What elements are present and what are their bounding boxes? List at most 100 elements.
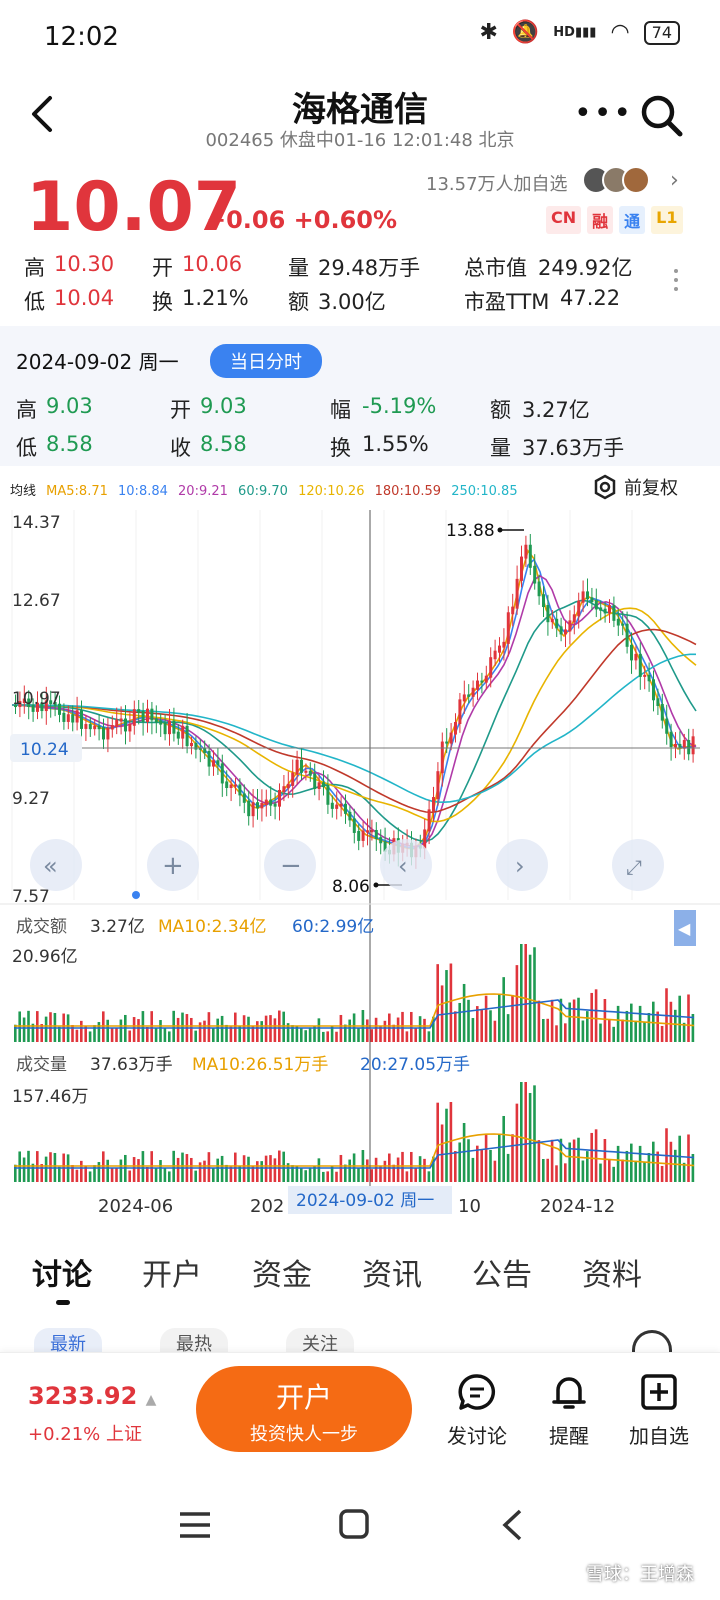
candle-body	[599, 607, 603, 611]
candle-body	[71, 714, 75, 723]
volume-bar	[154, 1168, 158, 1182]
chevron-left-small-icon: ‹	[398, 852, 408, 880]
volume-bar	[621, 1159, 624, 1182]
amount-bar	[555, 1025, 558, 1042]
home-icon[interactable]	[338, 1508, 370, 1540]
hist-range-value: -5.19%	[362, 394, 437, 418]
follower-avatars[interactable]	[582, 166, 650, 194]
volume-bar	[273, 1158, 277, 1182]
volume-bar	[190, 1157, 193, 1182]
wifi-icon: ◠	[610, 20, 630, 45]
amount-bar	[264, 1015, 268, 1042]
volume-ma20: 20:27.05万手	[360, 1055, 470, 1075]
max-marker-dot	[497, 527, 503, 533]
volume-bar	[559, 1138, 563, 1182]
amount-bar	[660, 1025, 664, 1042]
amount-bar	[621, 1019, 624, 1042]
volume-bar	[410, 1151, 413, 1182]
ma120: 120:10.26	[298, 484, 365, 499]
low-value: 10.04	[54, 286, 115, 310]
add-watch-button[interactable]: 加自选	[614, 1372, 704, 1449]
tab-profile[interactable]: 资料	[582, 1250, 642, 1294]
tab-news[interactable]: 资讯	[362, 1250, 422, 1294]
amount-bar	[546, 1018, 549, 1042]
stock-badges[interactable]: CN 融 通 L1	[546, 206, 683, 234]
alert-button[interactable]: 提醒	[524, 1372, 614, 1449]
hist-open-label: 开	[170, 398, 191, 422]
volume-bar	[471, 1157, 475, 1182]
post-button[interactable]: 发讨论	[432, 1372, 522, 1449]
hist-close-value: 8.58	[200, 432, 247, 456]
search-button[interactable]	[638, 92, 684, 138]
refresh-icon[interactable]	[632, 1330, 672, 1354]
candle-body	[256, 802, 259, 809]
tab-open-account[interactable]: 开户	[142, 1250, 202, 1294]
volume-bar	[581, 1160, 585, 1182]
candle-body	[572, 614, 576, 623]
candle-body	[674, 743, 677, 748]
chevron-right-icon[interactable]: ›	[670, 168, 679, 193]
candle-body	[357, 830, 361, 841]
intraday-button[interactable]: 当日分时	[210, 344, 322, 378]
volume-bar	[49, 1152, 52, 1182]
volume-bar	[97, 1162, 101, 1182]
mcap-value: 249.92亿	[538, 256, 633, 280]
y-tick-2: 12.67	[12, 591, 61, 611]
volume-bar	[436, 1102, 439, 1182]
open-account-button[interactable]: 开户 投资快人一步	[196, 1366, 412, 1452]
amount-bar	[476, 1006, 479, 1042]
candle-body	[445, 741, 449, 744]
expand-stats-icon[interactable]	[674, 264, 680, 296]
price-adjust-button[interactable]: 前复权	[592, 474, 678, 500]
amount-bar	[423, 1018, 426, 1042]
volume-bar	[599, 1163, 602, 1182]
tab-funds[interactable]: 资金	[252, 1250, 312, 1294]
amount-bar	[203, 1020, 206, 1042]
volume-bar	[229, 1166, 233, 1182]
amount-bar	[418, 1016, 422, 1042]
bluetooth-icon: ✱	[479, 20, 498, 45]
index-value[interactable]: 3233.92 ▲	[28, 1382, 156, 1410]
status-time: 12:02	[44, 22, 119, 52]
candle-body	[493, 650, 497, 660]
volume-bar	[137, 1159, 140, 1182]
candle-body	[528, 544, 532, 568]
status-icons: ✱ 🔕 HD▮▮▮ ◠ 74	[479, 20, 680, 45]
volume-bar	[405, 1171, 409, 1182]
follower-count[interactable]: 13.57万人加自选	[426, 170, 568, 196]
volume-bar	[344, 1164, 347, 1182]
volume-bar	[520, 1082, 523, 1182]
menu-icon[interactable]	[178, 1510, 212, 1540]
volume-value: 29.48万手	[318, 256, 421, 280]
candle-body	[498, 645, 501, 653]
more-icon[interactable]: •••	[574, 96, 633, 131]
hist-range-label: 幅	[330, 398, 351, 422]
back-nav-icon[interactable]	[500, 1508, 524, 1542]
candle-body	[291, 772, 295, 786]
volume-bar	[264, 1155, 268, 1182]
pe-label: 市盈TTM	[464, 290, 550, 314]
volume-header-value: 37.63万手	[90, 1055, 173, 1075]
amount-bar	[427, 1031, 431, 1042]
x-label-202: 202	[250, 1196, 284, 1217]
alert-label: 提醒	[549, 1424, 589, 1448]
open-account-sublabel: 投资快人一步	[250, 1424, 358, 1445]
tab-discussion[interactable]: 讨论	[32, 1250, 92, 1294]
bell-icon	[552, 1377, 586, 1409]
amount-bar	[110, 1028, 114, 1042]
tab-announcements[interactable]: 公告	[472, 1250, 532, 1294]
candle-body	[150, 708, 154, 721]
volume-ma10: MA10:26.51万手	[192, 1055, 328, 1075]
open-value: 10.06	[182, 252, 243, 276]
kline-chart[interactable]: 14.37 12.67 10.97 9.27 7.57 10.24 13.88 …	[0, 500, 720, 1220]
candle-body	[682, 740, 686, 748]
expand-icon: ⤢	[626, 855, 642, 879]
volume-bar	[418, 1156, 422, 1182]
amount-bar	[449, 963, 453, 1042]
amount-bar	[366, 1019, 369, 1042]
candle-body	[581, 591, 585, 603]
candle-body	[326, 785, 330, 805]
candle-body	[594, 600, 598, 610]
candle-body	[172, 720, 176, 734]
volume-label: 量	[288, 256, 309, 280]
